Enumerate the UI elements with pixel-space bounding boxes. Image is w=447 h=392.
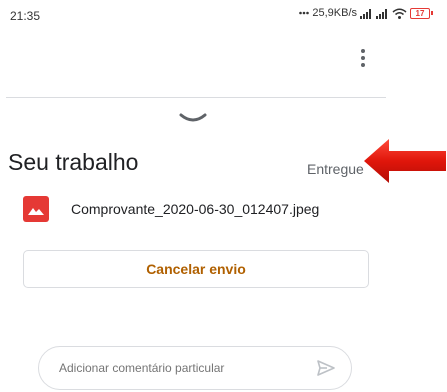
battery-icon: 17 [410,7,433,19]
image-file-icon [23,196,49,222]
private-comment-input[interactable] [59,361,315,375]
battery-level: 17 [410,7,430,19]
private-comment-box [38,346,352,390]
status-indicators: 25,9KB/s 17 [299,7,433,19]
screen: 21:35 25,9KB/s 17 Seu trabalho Entregue … [0,0,447,392]
send-icon[interactable] [315,357,337,379]
submission-status: Entregue [307,161,364,177]
status-time: 21:35 [10,9,41,23]
wifi-icon [392,8,407,19]
attachment-filename: Comprovante_2020-06-30_012407.jpeg [71,201,320,217]
more-vert-icon[interactable] [354,44,372,72]
divider [6,97,386,98]
dots-icon [299,11,310,15]
chevron-down-icon[interactable] [178,112,208,126]
section-title: Seu trabalho [8,149,139,175]
cancel-submission-button[interactable]: Cancelar envio [23,250,369,288]
attachment-item[interactable]: Comprovante_2020-06-30_012407.jpeg [23,196,319,222]
signal-icon [360,8,373,19]
signal-icon [376,8,389,19]
status-bar: 21:35 25,9KB/s 17 [0,0,447,36]
red-arrow-icon [362,137,447,187]
network-speed: 25,9KB/s [312,7,357,19]
